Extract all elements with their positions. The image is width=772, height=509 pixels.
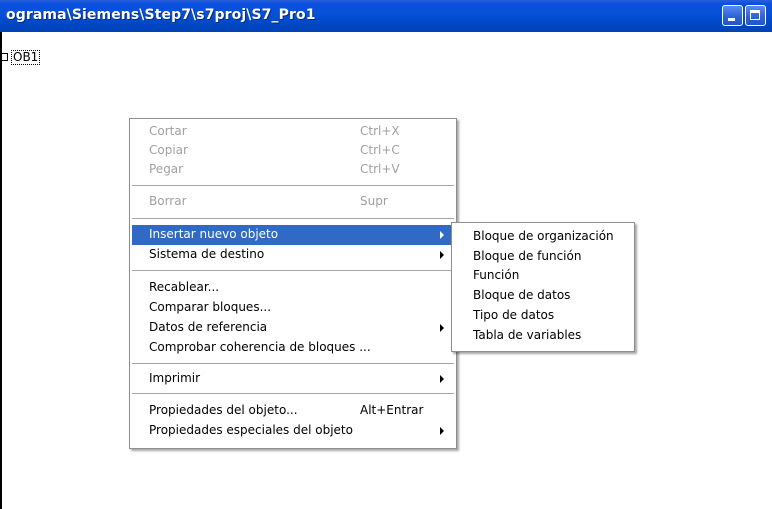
context-menu: Cortar Ctrl+X Copiar Ctrl+C Pegar Ctrl+V… bbox=[129, 118, 457, 449]
menu-item-label: Propiedades especiales del objeto bbox=[149, 423, 353, 437]
menu-separator bbox=[132, 270, 454, 271]
submenu-arrow-icon bbox=[440, 231, 444, 239]
menu-item-label: Datos de referencia bbox=[149, 320, 268, 334]
tree-connector-icon bbox=[2, 53, 8, 61]
minimize-button[interactable] bbox=[722, 5, 743, 26]
menu-separator bbox=[132, 363, 454, 364]
maximize-icon bbox=[750, 10, 760, 20]
submenu-item-organization-block[interactable]: Bloque de organización bbox=[454, 227, 632, 247]
menu-item-shortcut: Supr bbox=[360, 194, 388, 208]
menu-item-check-consistency[interactable]: Comprobar coherencia de bloques ... bbox=[132, 338, 454, 358]
submenu-item-label: Bloque de función bbox=[473, 249, 582, 263]
submenu-arrow-icon bbox=[440, 251, 444, 259]
menu-item-reference-data[interactable]: Datos de referencia bbox=[132, 318, 454, 338]
window-title: ograma\Siemens\Step7\s7proj\S7_Pro1 bbox=[6, 7, 316, 23]
menu-item-cut[interactable]: Cortar Ctrl+X bbox=[132, 122, 454, 142]
menu-item-label: Cortar bbox=[149, 124, 187, 138]
submenu-item-data-type[interactable]: Tipo de datos bbox=[454, 306, 632, 326]
submenu-item-function[interactable]: Función bbox=[454, 266, 632, 286]
menu-item-shortcut: Alt+Entrar bbox=[360, 403, 424, 417]
menu-separator bbox=[132, 185, 454, 186]
submenu-item-data-block[interactable]: Bloque de datos bbox=[454, 286, 632, 306]
menu-item-compare-blocks[interactable]: Comparar bloques... bbox=[132, 298, 454, 318]
insert-object-submenu: Bloque de organización Bloque de función… bbox=[451, 222, 635, 352]
submenu-item-variable-table[interactable]: Tabla de variables bbox=[454, 326, 632, 346]
menu-item-print[interactable]: Imprimir bbox=[132, 369, 454, 389]
submenu-item-label: Función bbox=[473, 268, 520, 282]
menu-item-object-properties[interactable]: Propiedades del objeto... Alt+Entrar bbox=[132, 401, 454, 421]
menu-item-delete[interactable]: Borrar Supr bbox=[132, 192, 454, 212]
submenu-item-label: Tipo de datos bbox=[473, 308, 555, 322]
submenu-arrow-icon bbox=[440, 375, 444, 383]
submenu-arrow-icon bbox=[440, 324, 444, 332]
menu-item-label: Insertar nuevo objeto bbox=[149, 227, 279, 241]
menu-separator bbox=[132, 218, 454, 219]
submenu-arrow-icon bbox=[440, 427, 444, 435]
menu-item-label: Recablear... bbox=[149, 280, 220, 294]
menu-item-label: Comparar bloques... bbox=[149, 300, 272, 314]
menu-item-shortcut: Ctrl+C bbox=[360, 143, 400, 157]
submenu-item-label: Bloque de datos bbox=[473, 288, 571, 302]
submenu-item-function-block[interactable]: Bloque de función bbox=[454, 247, 632, 267]
menu-item-special-properties[interactable]: Propiedades especiales del objeto bbox=[132, 421, 454, 441]
menu-item-label: Copiar bbox=[149, 143, 188, 157]
maximize-button[interactable] bbox=[745, 5, 766, 26]
window-title-bar[interactable]: ograma\Siemens\Step7\s7proj\S7_Pro1 bbox=[0, 0, 772, 32]
menu-item-shortcut: Ctrl+X bbox=[360, 124, 400, 138]
submenu-item-label: Bloque de organización bbox=[473, 229, 614, 243]
menu-item-copy[interactable]: Copiar Ctrl+C bbox=[132, 141, 454, 161]
menu-item-label: Propiedades del objeto... bbox=[149, 403, 298, 417]
menu-item-paste[interactable]: Pegar Ctrl+V bbox=[132, 160, 454, 180]
minimize-icon bbox=[728, 18, 735, 21]
menu-item-label: Comprobar coherencia de bloques ... bbox=[149, 340, 371, 354]
submenu-item-label: Tabla de variables bbox=[473, 328, 582, 342]
menu-item-target-system[interactable]: Sistema de destino bbox=[132, 245, 454, 265]
tree-item-label[interactable]: OB1 bbox=[11, 50, 41, 65]
menu-item-insert-new-object[interactable]: Insertar nuevo objeto bbox=[132, 225, 454, 245]
menu-item-label: Sistema de destino bbox=[149, 247, 265, 261]
menu-item-label: Imprimir bbox=[149, 371, 201, 385]
window-left-border bbox=[0, 32, 2, 509]
menu-item-shortcut: Ctrl+V bbox=[360, 162, 400, 176]
menu-item-label: Borrar bbox=[149, 194, 187, 208]
menu-item-rewire[interactable]: Recablear... bbox=[132, 278, 454, 298]
menu-item-label: Pegar bbox=[149, 162, 184, 176]
menu-separator bbox=[132, 393, 454, 394]
